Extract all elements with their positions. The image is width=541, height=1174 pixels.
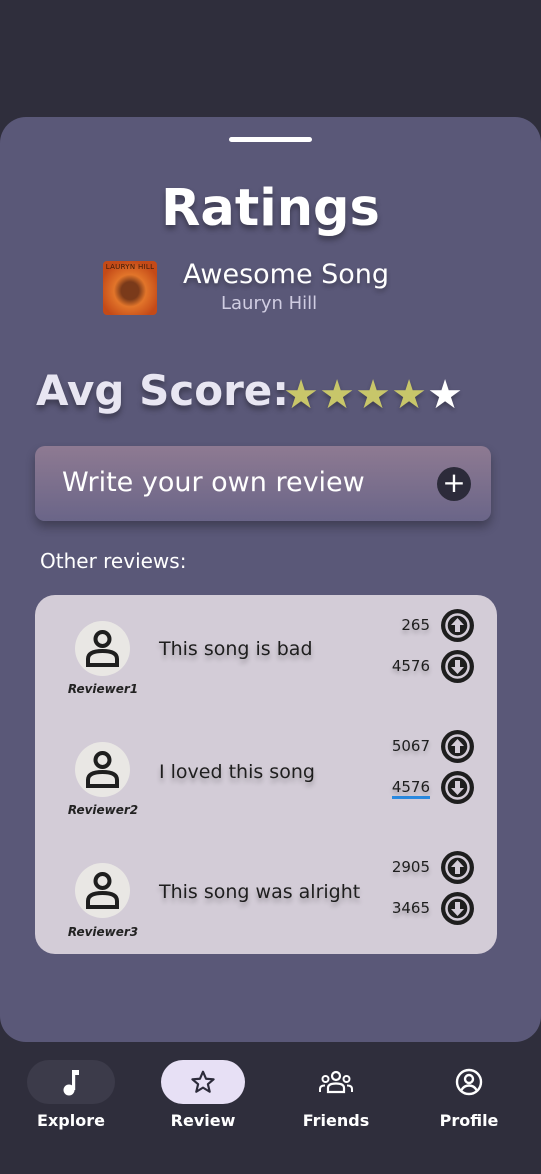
arrow-down-icon (445, 896, 470, 921)
star-rating: ★★★★★ (283, 375, 463, 415)
bottom-navigation: Explore Review Friends Profile (0, 1042, 541, 1174)
write-review-button[interactable]: Write your own review + (35, 446, 491, 521)
reviewer-name[interactable]: Reviewer3 (55, 925, 151, 939)
downvote-button[interactable] (441, 650, 474, 683)
person-icon (86, 751, 119, 788)
nav-label: Explore (37, 1111, 105, 1130)
upvote-count: 265 (401, 616, 430, 634)
account-circle-icon (455, 1068, 483, 1096)
review-item: Reviewer3 This song was alright 2905 346… (35, 837, 497, 947)
write-review-label: Write your own review (62, 467, 365, 498)
album-art: LAURYN HILL (103, 261, 157, 315)
review-text: I loved this song (159, 761, 315, 783)
nav-label: Friends (302, 1111, 370, 1130)
nav-pill (427, 1060, 511, 1104)
reviewer-name[interactable]: Reviewer2 (55, 803, 151, 817)
avatar (75, 742, 130, 797)
arrow-down-icon (445, 775, 470, 800)
bottom-sheet: Ratings LAURYN HILL Awesome Song Lauryn … (0, 117, 541, 1042)
star-filled-icon: ★ (355, 372, 391, 418)
nav-pill (161, 1060, 245, 1104)
star-empty-icon: ★ (427, 372, 463, 418)
review-text: This song was alright (159, 881, 361, 903)
star-filled-icon: ★ (283, 372, 319, 418)
music-note-icon (63, 1070, 79, 1096)
star-filled-icon: ★ (319, 372, 355, 418)
album-art-caption: LAURYN HILL (105, 263, 155, 271)
nav-item-explore[interactable]: Explore (21, 1060, 121, 1130)
song-title: Awesome Song (183, 259, 390, 290)
downvote-button[interactable] (441, 771, 474, 804)
downvote-count: 4576 (391, 778, 430, 799)
avatar (75, 621, 130, 676)
drag-handle[interactable] (229, 137, 312, 142)
person-icon (86, 630, 119, 667)
review-item: Reviewer1 This song is bad 265 4576 (35, 595, 497, 705)
nav-label: Review (170, 1111, 236, 1130)
reviewer-name[interactable]: Reviewer1 (55, 682, 151, 696)
person-icon (86, 872, 119, 909)
downvote-count: 3465 (391, 899, 430, 917)
upvote-count: 5067 (391, 737, 430, 755)
reviews-list: Reviewer1 This song is bad 265 4576 Revi… (35, 595, 497, 954)
star-filled-icon: ★ (391, 372, 427, 418)
nav-item-friends[interactable]: Friends (286, 1060, 386, 1130)
nav-pill (294, 1060, 378, 1104)
review-text: This song is bad (159, 638, 313, 660)
arrow-down-icon (445, 654, 470, 679)
downvote-count: 4576 (391, 657, 430, 675)
review-item: Reviewer2 I loved this song 5067 4576 (35, 716, 497, 826)
plus-icon[interactable]: + (437, 467, 471, 501)
nav-label: Profile (439, 1111, 499, 1130)
page-title: Ratings (161, 179, 380, 238)
arrow-up-icon (445, 613, 470, 638)
nav-item-review[interactable]: Review (153, 1060, 253, 1170)
avatar (75, 863, 130, 918)
other-reviews-label: Other reviews: (40, 549, 187, 573)
upvote-button[interactable] (441, 609, 474, 642)
downvote-button[interactable] (441, 892, 474, 925)
upvote-button[interactable] (441, 851, 474, 884)
star-icon (191, 1070, 215, 1093)
song-artist: Lauryn Hill (221, 293, 318, 314)
nav-pill (27, 1060, 115, 1104)
arrow-up-icon (445, 855, 470, 880)
arrow-up-icon (445, 734, 470, 759)
upvote-button[interactable] (441, 730, 474, 763)
group-icon (319, 1070, 353, 1094)
nav-item-profile[interactable]: Profile (419, 1060, 519, 1130)
upvote-count: 2905 (391, 858, 430, 876)
avg-score-label: Avg Score: (36, 366, 290, 415)
